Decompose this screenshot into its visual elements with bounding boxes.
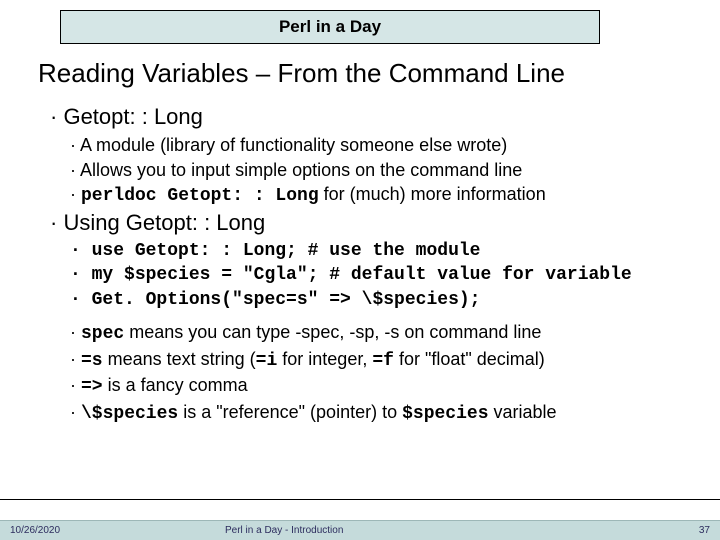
code-line: Get. Options("spec=s" => \$species); (70, 289, 700, 312)
code-inline: =f (372, 351, 394, 371)
code-line: my $species = "Cgla"; # default value fo… (70, 264, 700, 287)
code-inline: =s (81, 351, 103, 371)
slide-title: Reading Variables – From the Command Lin… (38, 58, 565, 89)
text: for (much) more information (319, 184, 546, 204)
code-inline: $species (402, 404, 488, 424)
code-inline: perldoc Getopt: : Long (81, 186, 319, 206)
bullet: =s means text string (=i for integer, =f… (70, 348, 700, 373)
code-inline: =i (256, 351, 278, 371)
code-inline: spec (81, 324, 124, 344)
footer-bar: 10/26/2020 Perl in a Day - Introduction … (0, 520, 720, 540)
bullet: \$species is a "reference" (pointer) to … (70, 401, 700, 426)
code-inline: \$species (81, 404, 178, 424)
section-heading: Getopt: : Long (50, 104, 700, 130)
course-title: Perl in a Day (279, 17, 381, 37)
section-heading: Using Getopt: : Long (50, 210, 700, 236)
footer-date: 10/26/2020 (10, 525, 60, 536)
bullet: A module (library of functionality someo… (70, 134, 700, 157)
text: means text string ( (103, 349, 256, 369)
text: for "float" decimal) (394, 349, 545, 369)
text: is a "reference" (pointer) to (178, 402, 402, 422)
text: for integer, (277, 349, 372, 369)
bullet: perldoc Getopt: : Long for (much) more i… (70, 183, 700, 208)
footer-page: 37 (699, 525, 710, 536)
bullet: => is a fancy comma (70, 374, 700, 399)
content-area: Getopt: : Long A module (library of func… (50, 104, 700, 427)
bullet: Allows you to input simple options on th… (70, 159, 700, 182)
code-inline: => (81, 377, 103, 397)
code-line: use Getopt: : Long; # use the module (70, 240, 700, 263)
text: variable (489, 402, 557, 422)
footer-divider (0, 499, 720, 500)
text: means you can type -spec, -sp, -s on com… (124, 322, 541, 342)
bullet: spec means you can type -spec, -sp, -s o… (70, 321, 700, 346)
footer-title: Perl in a Day - Introduction (225, 525, 343, 536)
text: is a fancy comma (103, 375, 248, 395)
course-title-box: Perl in a Day (60, 10, 600, 44)
